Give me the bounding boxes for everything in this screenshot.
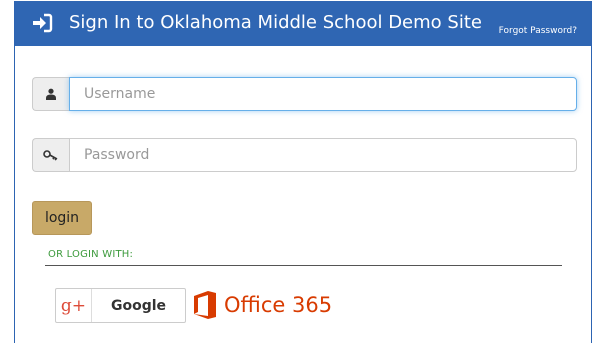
or-login-with-label: OR LOGIN WITH: [48, 249, 134, 260]
password-input[interactable] [69, 138, 577, 172]
forgot-password-link[interactable]: Forgot Password? [499, 25, 577, 37]
password-group [32, 138, 577, 172]
username-group [32, 77, 577, 111]
office365-login-button[interactable]: Office 365 [192, 287, 332, 323]
sign-in-panel: Sign In to Oklahoma Middle School Demo S… [14, 1, 592, 343]
google-plus-icon: g+ [56, 289, 92, 322]
office365-label: Office 365 [224, 293, 333, 317]
page-title: Sign In to Oklahoma Middle School Demo S… [69, 12, 482, 33]
login-button[interactable]: login [32, 201, 92, 235]
divider [45, 265, 562, 266]
key-icon [32, 138, 69, 172]
user-icon [32, 77, 69, 111]
google-login-button[interactable]: g+ Google [55, 288, 186, 323]
username-input[interactable] [69, 77, 577, 111]
panel-header: Sign In to Oklahoma Middle School Demo S… [15, 1, 591, 46]
google-label: Google [110, 297, 167, 314]
sign-in-icon [33, 13, 53, 33]
office-logo-icon [194, 291, 216, 319]
